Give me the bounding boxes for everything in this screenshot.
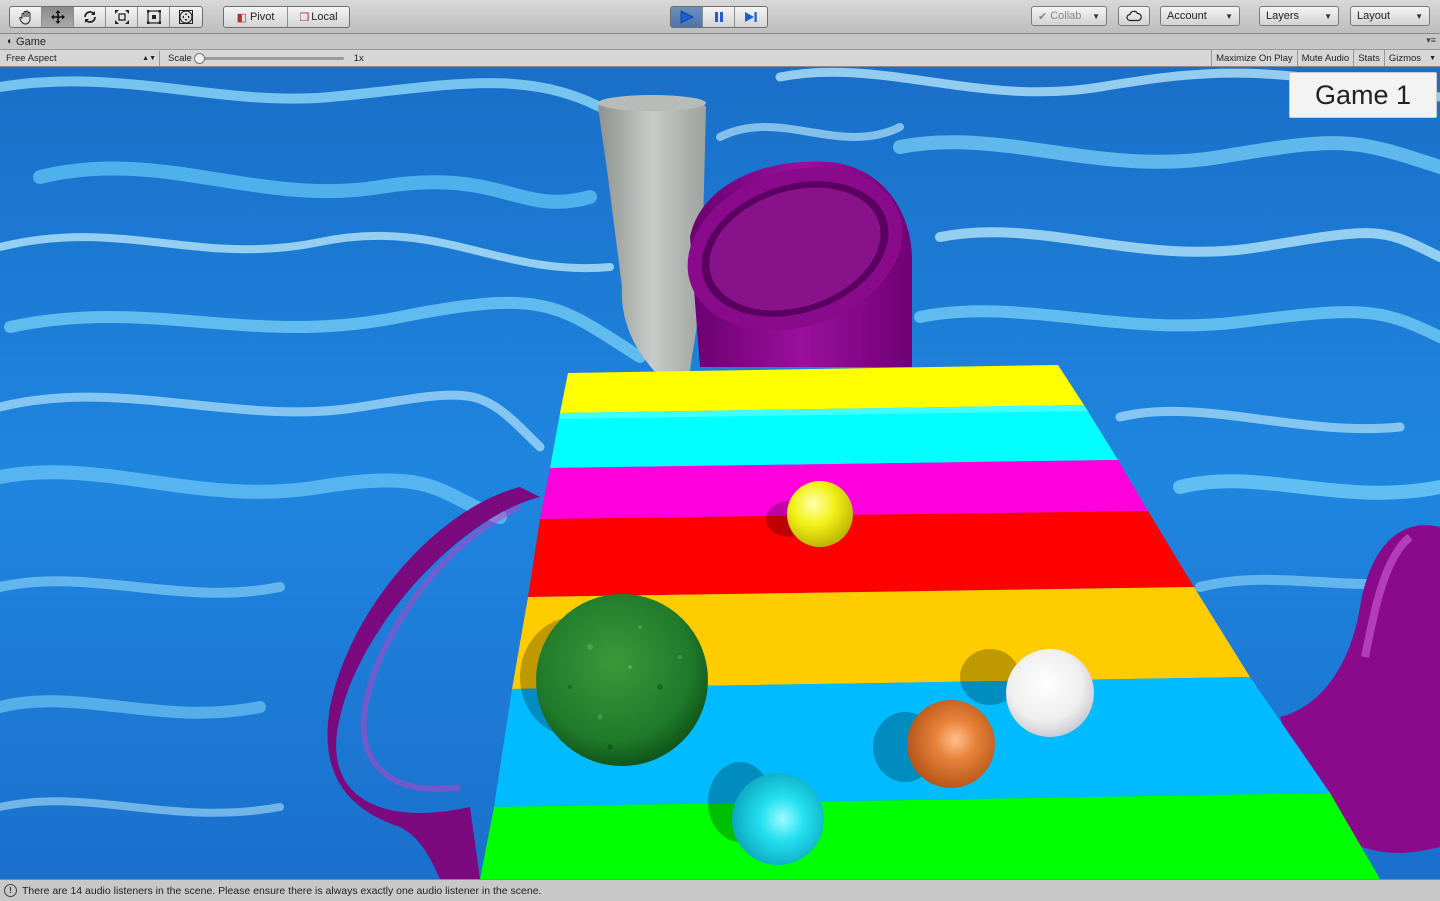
scale-slider-knob[interactable] — [193, 52, 205, 64]
step-icon — [745, 12, 757, 22]
main-toolbar: ◧ Pivot ❒ Local ✔ Collab ▼ Account ▼ Lay… — [0, 0, 1440, 34]
step-button[interactable] — [735, 7, 767, 27]
move-tool-button[interactable] — [42, 7, 74, 27]
layout-dropdown[interactable]: Layout ▼ — [1350, 6, 1430, 26]
game-view-toolbar: Free Aspect ▲▼ Scale 1x Maximize On Play… — [0, 50, 1440, 67]
transform-icon — [179, 10, 193, 24]
cloud-button[interactable] — [1118, 6, 1150, 26]
chevron-down-icon: ▼ — [1429, 54, 1436, 62]
scale-label: Scale — [168, 52, 192, 64]
cloud-icon — [1126, 10, 1142, 22]
gizmos-dropdown[interactable]: Gizmos ▼ — [1383, 50, 1440, 66]
orange-ball — [907, 700, 995, 788]
account-label: Account — [1167, 10, 1207, 22]
play-icon — [680, 10, 694, 24]
layers-label: Layers — [1266, 10, 1300, 22]
mute-audio-toggle[interactable]: Mute Audio — [1296, 50, 1354, 66]
maximize-on-play-toggle[interactable]: Maximize On Play — [1211, 50, 1297, 66]
tab-game[interactable]: ◖ Game — [6, 36, 46, 48]
local-button[interactable]: ❒ Local — [288, 7, 349, 27]
pause-button[interactable] — [703, 7, 735, 27]
scale-slider[interactable] — [193, 52, 344, 64]
rotate-icon — [83, 11, 96, 23]
transform-tools — [9, 6, 203, 28]
layout-label: Layout — [1357, 10, 1391, 22]
collab-label: Collab — [1050, 10, 1082, 22]
aspect-dropdown[interactable]: Free Aspect ▲▼ — [0, 50, 160, 66]
aspect-label: Free Aspect — [6, 52, 57, 64]
game-view-options: Maximize On Play Mute Audio Stats Gizmos… — [1211, 50, 1440, 66]
status-message: There are 14 audio listeners in the scen… — [22, 884, 542, 897]
pause-icon — [714, 12, 723, 22]
pivot-button[interactable]: ◧ Pivot — [224, 7, 288, 27]
local-label: Local — [311, 11, 338, 23]
game-title-overlay: Game 1 — [1289, 72, 1437, 118]
console-status-bar[interactable]: ! There are 14 audio listeners in the sc… — [0, 879, 1440, 901]
play-button[interactable] — [671, 7, 703, 27]
collab-dropdown[interactable]: ✔ Collab ▼ — [1031, 6, 1107, 26]
scale-tool-button[interactable] — [106, 7, 138, 27]
scale-control: Scale 1x — [168, 52, 364, 64]
pivot-label: Pivot — [249, 11, 275, 23]
info-icon: ! — [4, 884, 17, 897]
hand-tool-button[interactable] — [10, 7, 42, 27]
white-ball — [1006, 649, 1094, 737]
panel-menu-icon[interactable]: ▾≡ — [1426, 35, 1436, 46]
game-pacman-icon: ◖ — [6, 36, 13, 47]
panel-tab-bar: ◖ Game — [0, 34, 1440, 50]
rect-tool-button[interactable] — [138, 7, 170, 27]
move-icon — [50, 10, 65, 24]
play-controls — [670, 6, 768, 28]
layers-dropdown[interactable]: Layers ▼ — [1259, 6, 1339, 26]
chevron-down-icon: ▼ — [1092, 11, 1100, 21]
gizmos-label: Gizmos — [1388, 52, 1422, 64]
check-icon: ✔ — [1038, 10, 1048, 23]
game-scene — [0, 67, 1440, 879]
updown-arrow-icon: ▲▼ — [142, 54, 156, 62]
rotate-tool-button[interactable] — [74, 7, 106, 27]
yellow-ball — [787, 481, 853, 547]
account-dropdown[interactable]: Account ▼ — [1160, 6, 1240, 26]
pivot-icon: ◧ — [236, 11, 247, 24]
scale-icon — [114, 10, 129, 24]
green-ball — [536, 594, 708, 766]
cube-icon: ❒ — [299, 11, 310, 24]
hand-icon — [18, 10, 30, 25]
rect-icon — [146, 10, 161, 24]
transform-tool-button[interactable] — [170, 7, 202, 27]
cyan-ball — [732, 773, 824, 865]
chevron-down-icon: ▼ — [1324, 11, 1332, 21]
game-viewport[interactable]: Game 1 — [0, 67, 1440, 879]
stats-toggle[interactable]: Stats — [1353, 50, 1384, 66]
pivot-toggles: ◧ Pivot ❒ Local — [223, 6, 350, 28]
chevron-down-icon: ▼ — [1225, 11, 1233, 21]
scale-value: 1x — [353, 52, 364, 64]
chevron-down-icon: ▼ — [1415, 11, 1423, 21]
tab-game-label: Game — [16, 35, 47, 48]
